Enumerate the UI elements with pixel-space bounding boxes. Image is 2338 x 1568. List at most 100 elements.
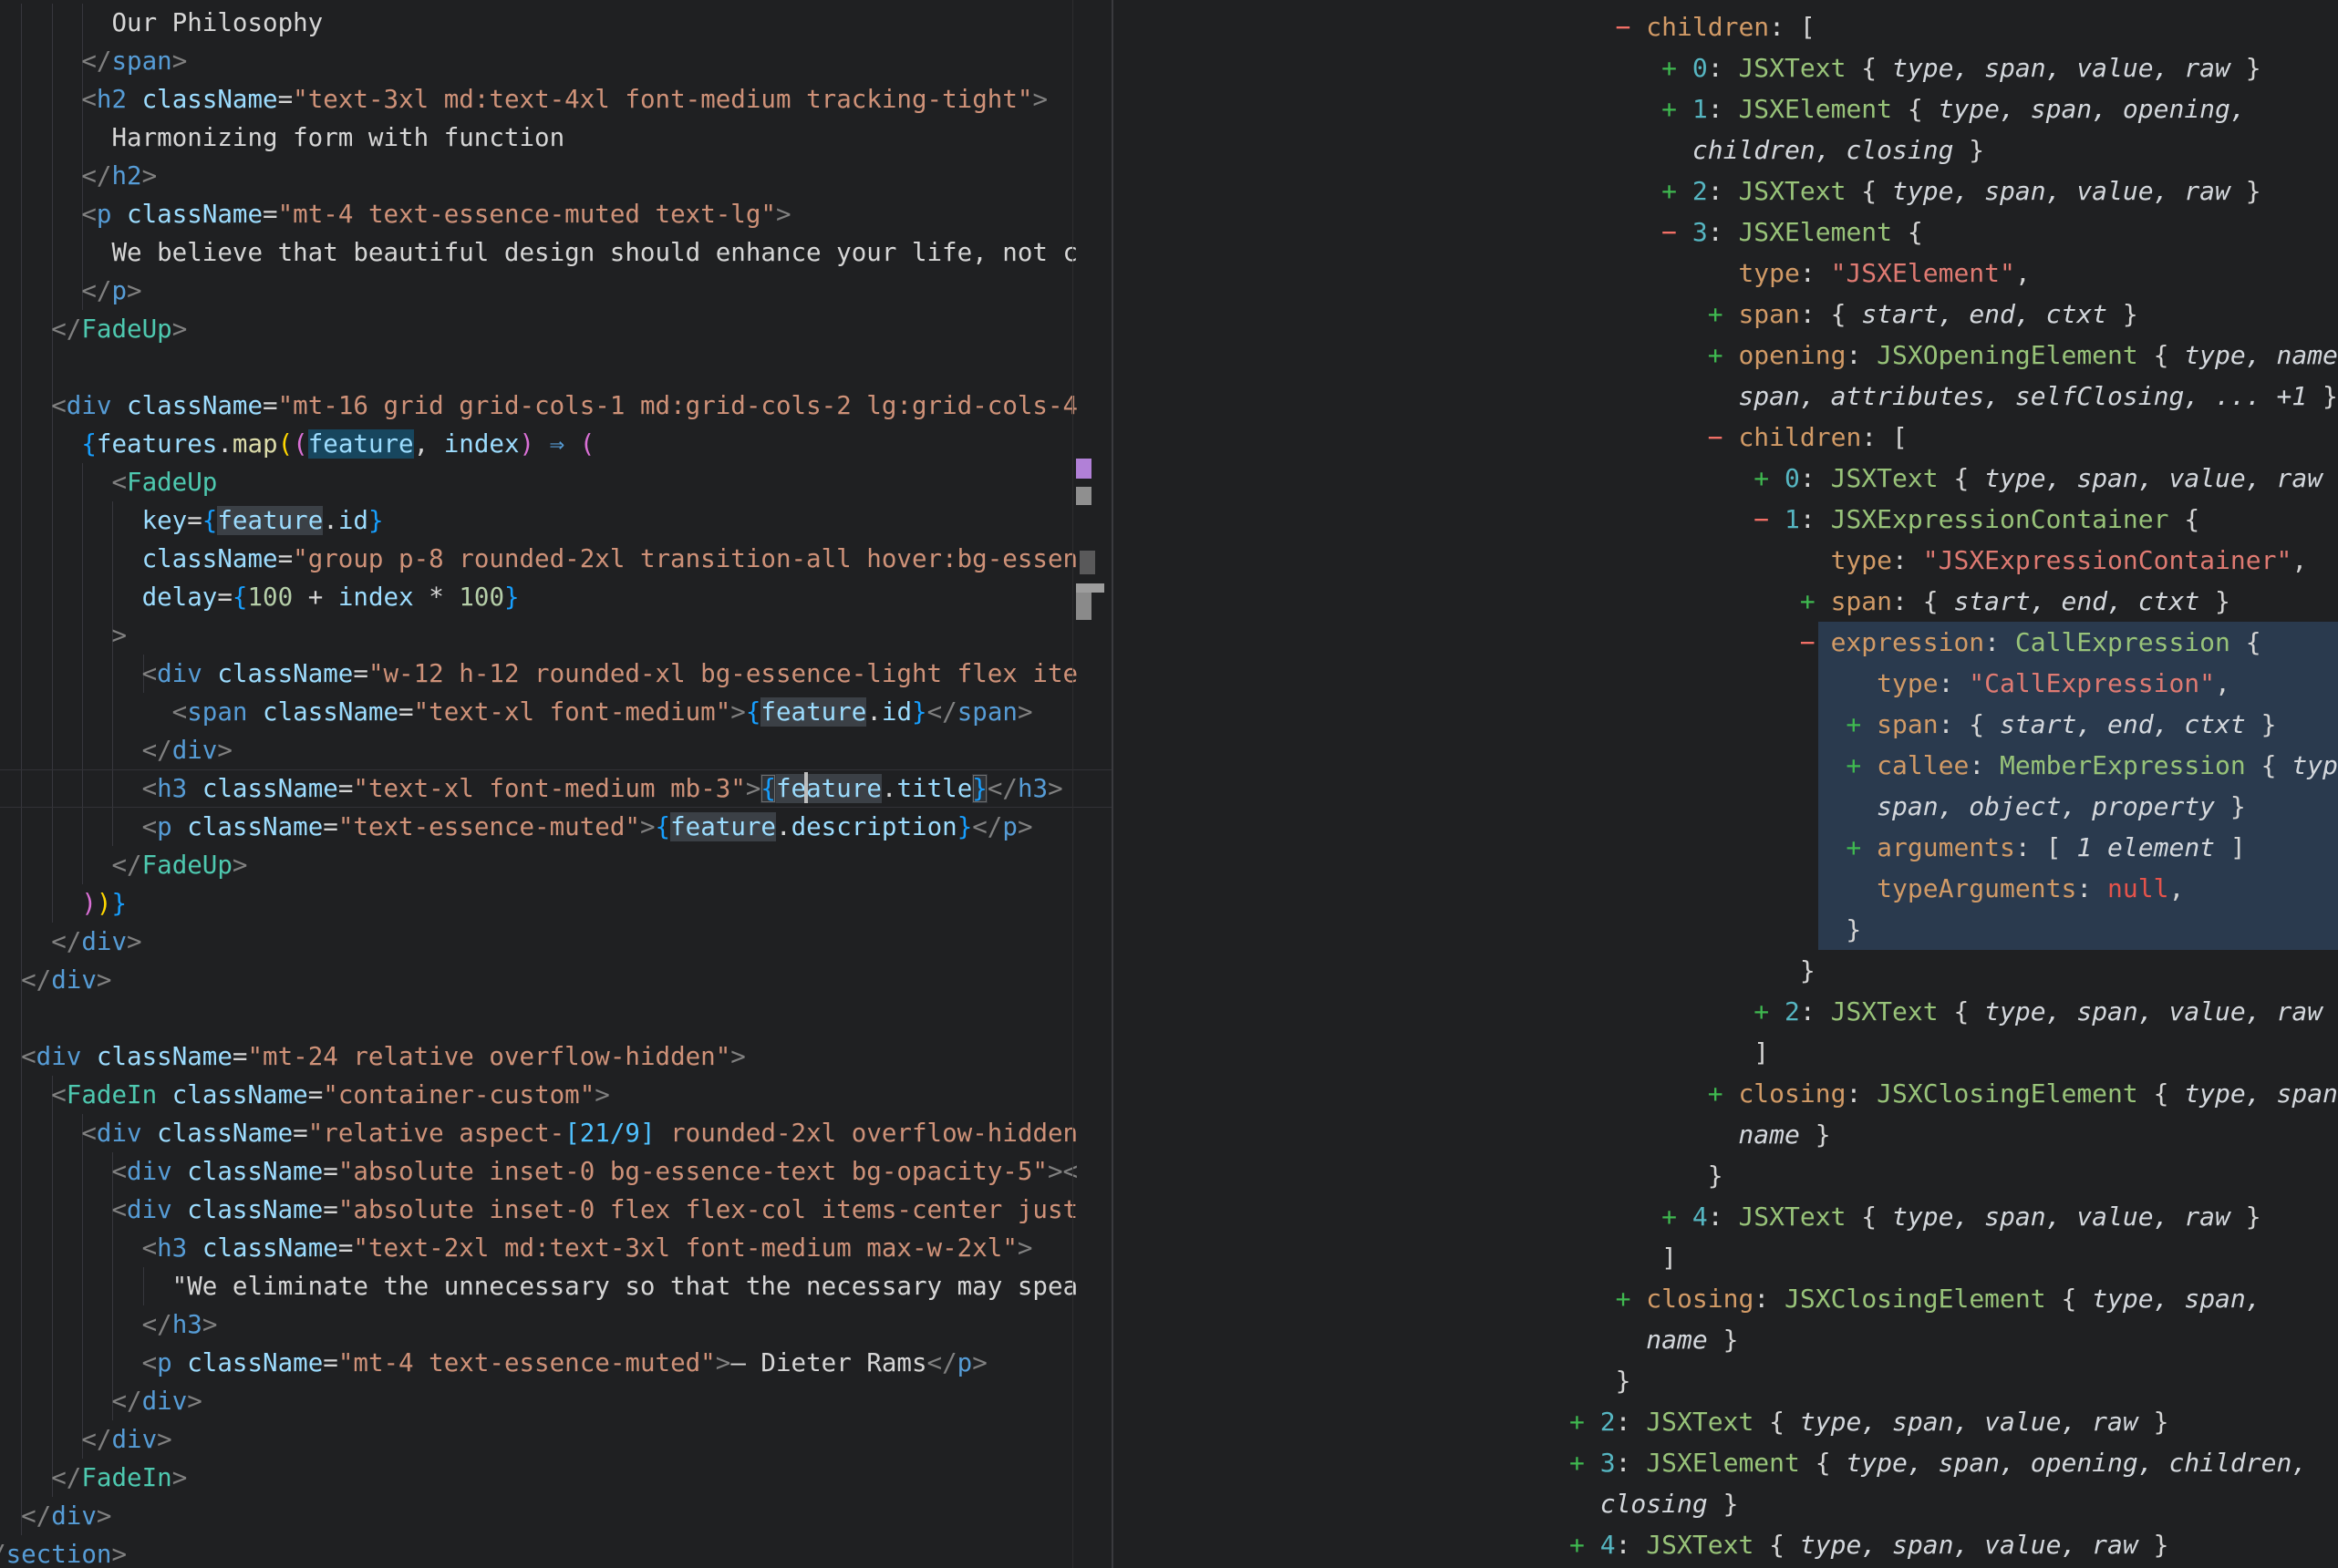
code-line[interactable]: </span> [0, 42, 1112, 80]
expand-node-toggle[interactable]: + [1569, 1284, 1646, 1314]
ast-line[interactable]: ] [1569, 1237, 2338, 1278]
code-line[interactable]: <FadeIn className="container-custom"> [0, 1076, 1112, 1114]
expand-node-toggle[interactable]: + [1569, 1530, 1600, 1560]
ast-line[interactable]: } [1569, 1360, 2338, 1401]
code-line[interactable]: Our Philosophy [0, 4, 1112, 42]
expand-node-toggle[interactable]: + [1569, 709, 1877, 739]
code-line[interactable]: </FadeUp> [0, 310, 1112, 348]
ast-line[interactable]: ] [1569, 1032, 2338, 1073]
expand-node-toggle[interactable]: + [1569, 750, 1877, 780]
ast-line[interactable]: type: "JSXExpressionContainer", [1569, 540, 2338, 581]
ast-line[interactable]: + closing: JSXClosingElement { type, spa… [1569, 1278, 2338, 1319]
ast-line[interactable]: type: "JSXElement", [1569, 253, 2338, 294]
ast-line[interactable]: + span: { start, end, ctxt } [1569, 294, 2338, 335]
expand-node-toggle[interactable]: + [1569, 996, 1785, 1026]
overview-ruler[interactable] [1072, 0, 1112, 1568]
ast-line[interactable]: − children: [ [1569, 6, 2338, 47]
code-line[interactable]: <p className="mt-4 text-essence-muted">—… [0, 1344, 1112, 1382]
code-line[interactable]: <span className="text-xl font-medium">{f… [0, 693, 1112, 731]
ast-line[interactable]: name } [1569, 1319, 2338, 1360]
code-line[interactable]: <div className="mt-24 relative overflow-… [0, 1037, 1112, 1076]
code-line[interactable]: </FadeIn> [0, 1459, 1112, 1497]
code-line[interactable]: ))} [0, 884, 1112, 923]
ast-line[interactable]: + opening: JSXOpeningElement { type, nam… [1569, 335, 2338, 376]
code-line[interactable] [0, 348, 1112, 387]
collapse-node-toggle[interactable]: − [1569, 422, 1738, 452]
ast-line[interactable]: + 2: JSXText { type, span, value, raw } [1569, 991, 2338, 1032]
expand-node-toggle[interactable]: + [1569, 1448, 1600, 1478]
ast-line[interactable]: − expression: CallExpression { [1569, 622, 2338, 663]
code-line[interactable]: </p> [0, 272, 1112, 310]
code-line[interactable]: <h3 className="text-2xl md:text-3xl font… [0, 1229, 1112, 1267]
code-line[interactable]: <FadeUp [0, 463, 1112, 501]
code-line[interactable]: <p className="text-essence-muted">{featu… [0, 808, 1112, 846]
ast-line[interactable]: + 2: JSXText { type, span, value, raw } [1569, 1401, 2338, 1442]
code-line[interactable]: </h2> [0, 157, 1112, 195]
expand-node-toggle[interactable]: + [1569, 463, 1785, 493]
code-line[interactable]: <h3 className="text-xl font-medium mb-3"… [0, 769, 1112, 808]
ast-line[interactable]: } [1569, 950, 2338, 991]
code-line[interactable]: </div> [0, 923, 1112, 961]
code-line[interactable]: {features.map((feature, index) ⇒ ( [0, 425, 1112, 463]
ast-line[interactable]: } [1569, 1155, 2338, 1196]
ast-line[interactable]: + 0: JSXText { type, span, value, raw } [1569, 458, 2338, 499]
code-line[interactable]: /section> [0, 1535, 1112, 1568]
ast-line[interactable]: typeArguments: null, [1569, 868, 2338, 909]
ast-line[interactable]: + 4: JSXText { type, span, value, raw } [1569, 1196, 2338, 1237]
code-line[interactable]: </div> [0, 1420, 1112, 1459]
collapse-node-toggle[interactable]: − [1569, 504, 1785, 534]
ast-line[interactable]: children, closing } [1569, 129, 2338, 170]
collapse-node-toggle[interactable]: − [1569, 217, 1692, 247]
expand-node-toggle[interactable]: + [1569, 53, 1692, 83]
code-line[interactable]: </h3> [0, 1305, 1112, 1344]
code-line[interactable]: </FadeUp> [0, 846, 1112, 884]
ast-line[interactable]: + 1: JSXElement { type, span, opening, [1569, 88, 2338, 129]
collapse-node-toggle[interactable]: − [1569, 627, 1831, 657]
jsx-source-editor-panel[interactable]: Our Philosophy </span> <h2 className="te… [0, 0, 1112, 1568]
ast-line[interactable]: type: "CallExpression", [1569, 663, 2338, 704]
code-line[interactable]: </div> [0, 1382, 1112, 1420]
code-line[interactable]: <p className="mt-4 text-essence-muted te… [0, 195, 1112, 233]
expand-node-toggle[interactable]: + [1569, 94, 1692, 124]
expand-node-toggle[interactable]: + [1569, 1202, 1692, 1232]
ast-line[interactable]: + 0: JSXText { type, span, value, raw } [1569, 47, 2338, 88]
code-line[interactable]: We believe that beautiful design should … [0, 233, 1112, 272]
ast-line[interactable]: + 2: JSXText { type, span, value, raw } [1569, 170, 2338, 211]
ast-line[interactable]: + span: { start, end, ctxt } [1569, 704, 2338, 745]
expand-node-toggle[interactable]: + [1569, 1407, 1600, 1437]
expand-node-toggle[interactable]: + [1569, 1078, 1738, 1109]
ast-line[interactable]: name } [1569, 1114, 2338, 1155]
code-line[interactable] [0, 999, 1112, 1037]
expand-node-toggle[interactable]: + [1569, 340, 1738, 370]
ast-line[interactable]: + 4: JSXText { type, span, value, raw } [1569, 1524, 2338, 1565]
ast-line[interactable]: − 1: JSXExpressionContainer { [1569, 499, 2338, 540]
code-line[interactable]: <div className="relative aspect-[21/9] r… [0, 1114, 1112, 1152]
ast-tree-panel[interactable]: − children: [ + 0: JSXText { type, span,… [1113, 0, 2338, 1568]
code-line[interactable]: </div> [0, 961, 1112, 999]
code-line[interactable]: <div className="absolute inset-0 flex fl… [0, 1191, 1112, 1229]
code-line[interactable]: <div className="absolute inset-0 bg-esse… [0, 1152, 1112, 1191]
ast-line[interactable]: closing } [1569, 1483, 2338, 1524]
collapse-node-toggle[interactable]: − [1569, 12, 1646, 42]
ast-line[interactable]: span, attributes, selfClosing, ... +1 } [1569, 376, 2338, 417]
ast-line[interactable]: span, object, property } [1569, 786, 2338, 827]
ast-line[interactable]: } [1569, 909, 2338, 950]
code-line[interactable]: </div> [0, 1497, 1112, 1535]
ast-line[interactable]: − 3: JSXElement { [1569, 211, 2338, 253]
code-line[interactable]: "We eliminate the unnecessary so that th… [0, 1267, 1112, 1305]
expand-node-toggle[interactable]: + [1569, 299, 1738, 329]
expand-node-toggle[interactable]: + [1569, 832, 1877, 862]
ast-line[interactable]: + callee: MemberExpression { type, [1569, 745, 2338, 786]
ast-line[interactable]: + closing: JSXClosingElement { type, spa… [1569, 1073, 2338, 1114]
code-line[interactable]: <div className="mt-16 grid grid-cols-1 m… [0, 387, 1112, 425]
code-line[interactable]: <div className="w-12 h-12 rounded-xl bg-… [0, 655, 1112, 693]
expand-node-toggle[interactable]: + [1569, 586, 1831, 616]
code-line[interactable]: > [0, 616, 1112, 655]
code-line[interactable]: </div> [0, 731, 1112, 769]
code-line[interactable]: className="group p-8 rounded-2xl transit… [0, 540, 1112, 578]
ast-line[interactable]: + arguments: [ 1 element ] [1569, 827, 2338, 868]
expand-node-toggle[interactable]: + [1569, 176, 1692, 206]
ast-line[interactable]: + 3: JSXElement { type, span, opening, c… [1569, 1442, 2338, 1483]
ast-line[interactable]: − children: [ [1569, 417, 2338, 458]
code-line[interactable]: delay={100 + index * 100} [0, 578, 1112, 616]
